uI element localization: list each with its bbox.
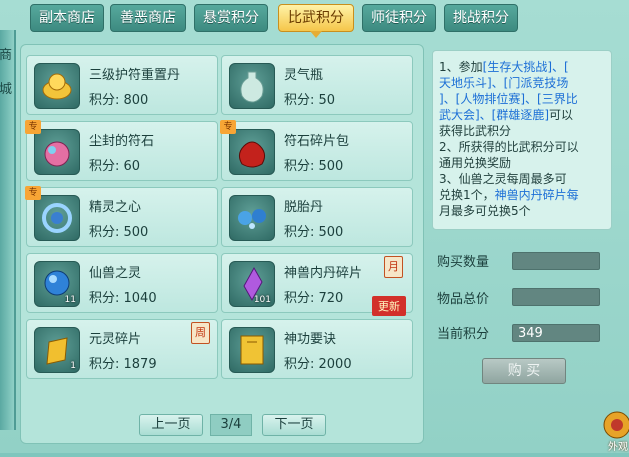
item-count: 101 [253,295,271,305]
side-char-2: 城 [0,82,13,97]
shop-item-6[interactable]: 11 仙兽之灵 积分: 1040 [26,253,218,313]
gold-shard-icon: 1 [34,327,80,373]
info-line-1: 1、参加[生存大挑战]、[ [439,60,569,74]
shop-item-7[interactable]: 101 神兽内丹碎片 积分: 720 月 更新 [221,253,413,316]
info-line-7: 通用兑换奖励 [439,156,512,170]
item-points: 积分: 500 [284,159,344,174]
total-price-label: 物品总价 [437,292,490,307]
monthly-badge: 月 [384,256,403,278]
item-name: 神功要诀 [284,332,337,347]
weekly-badge: 周 [191,322,210,344]
info-line-3: ]、[人物排位赛]、[三界比 [439,92,578,106]
item-name: 脱胎丹 [284,200,324,215]
shop-item-0[interactable]: 三级护符重置丹 积分: 800 [26,55,218,115]
item-points: 积分: 500 [284,225,344,240]
item-name: 灵气瓶 [284,68,324,83]
item-count: 1 [70,361,76,371]
shop-item-4[interactable]: 专 精灵之心 积分: 500 [25,186,218,247]
exclusive-tag: 专 [25,120,41,134]
page-indicator: 3/4 [210,414,252,436]
blue-orb-icon: 11 [34,261,80,307]
side-char-1: 商 [0,48,13,63]
current-points-field: 349 [512,324,600,342]
shop-item-9[interactable]: 神功要诀 积分: 2000 [221,319,413,379]
updated-ribbon: 更新 [372,296,406,316]
buy-button[interactable]: 购 买 [482,358,566,384]
next-page-button[interactable]: 下一页 [262,414,326,436]
appearance-shortcut[interactable]: 外观 [595,403,629,453]
shop-item-8[interactable]: 1 元灵碎片 积分: 1879 周 [26,319,218,379]
current-points-label: 当前积分 [437,327,490,342]
book-icon [229,327,275,373]
red-pouch-icon [229,129,275,175]
item-name: 神兽内丹碎片 [284,266,363,281]
item-name: 符石碎片包 [284,134,350,149]
item-grid-panel: 三级护符重置丹 积分: 800 灵气瓶 积分: 50 专 尘封的符石 积分: 6… [20,44,424,444]
shop-item-5[interactable]: 脱胎丹 积分: 500 [221,187,413,247]
gold-ingot-icon [34,63,80,109]
item-points: 积分: 60 [89,159,141,174]
info-line-6: 2、所获得的比武积分可以 [439,140,579,154]
item-points: 积分: 720 [284,291,344,306]
info-line-9: 兑换1个，神兽内丹碎片每 [439,188,579,202]
exclusive-tag: 专 [25,186,41,200]
appearance-label: 外观 [608,442,628,453]
item-points: 积分: 50 [284,93,336,108]
info-line-4: 武大会]、[群雄逐鹿]可以 [439,108,574,122]
blue-pill-icon [229,195,275,241]
item-name: 元灵碎片 [89,332,142,347]
info-line-10: 月最多可兑换5个 [439,204,531,218]
tab-mentor-points[interactable]: 师徒积分 [362,4,436,32]
item-points: 积分: 800 [89,93,149,108]
item-points: 积分: 500 [89,225,149,240]
tab-karma-shop[interactable]: 善恶商店 [110,4,186,32]
shop-item-3[interactable]: 专 符石碎片包 积分: 500 [220,120,413,181]
prev-page-button[interactable]: 上一页 [139,414,203,436]
spirit-heart-icon [34,195,80,241]
item-name: 尘封的符石 [89,134,155,149]
qty-label: 购买数量 [437,255,490,270]
rune-stone-icon [34,129,80,175]
tab-challenge-points[interactable]: 挑战积分 [444,4,518,32]
tab-duel-points[interactable]: 比武积分 [278,4,354,38]
purple-crystal-icon: 101 [229,261,275,307]
tab-bounty-points[interactable]: 悬赏积分 [194,4,268,32]
info-line-2: 天地乐斗]、[门派竞技场 [439,76,569,90]
side-strip: 商 城 [0,30,16,430]
exclusive-tag: 专 [220,120,236,134]
item-points: 积分: 1879 [89,357,157,372]
item-name: 精灵之心 [89,200,142,215]
item-count: 11 [64,295,76,305]
info-line-5: 获得比武积分 [439,124,512,138]
shop-item-1[interactable]: 灵气瓶 积分: 50 [221,55,413,115]
shop-item-2[interactable]: 专 尘封的符石 积分: 60 [25,120,218,181]
item-name: 三级护符重置丹 [89,68,181,83]
item-points: 积分: 1040 [89,291,157,306]
shop-window: 商 城 副本商店 善恶商店 悬赏积分 比武积分 师徒积分 挑战积分 三级护符重置… [0,0,629,453]
vase-icon [229,63,275,109]
item-points: 积分: 2000 [284,357,352,372]
info-line-8: 3、仙兽之灵每周最多可 [439,172,567,186]
item-name: 仙兽之灵 [89,266,142,281]
rules-info-box: 1、参加[生存大挑战]、[ 天地乐斗]、[门派竞技场 ]、[人物排位赛]、[三界… [432,50,612,230]
qty-input[interactable] [512,252,600,270]
total-price-field [512,288,600,306]
tab-dungeon-shop[interactable]: 副本商店 [30,4,104,32]
